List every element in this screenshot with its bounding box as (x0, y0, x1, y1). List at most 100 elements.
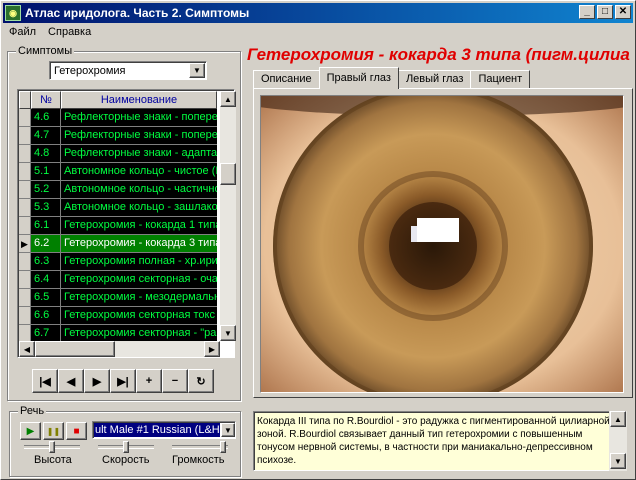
scroll-down-icon[interactable]: ▼ (610, 453, 626, 469)
next-record-button[interactable]: ▶ (84, 369, 110, 393)
tab-right-eye[interactable]: Правый глаз (318, 67, 399, 89)
vertical-scrollbar[interactable]: ▲ ▼ (220, 91, 236, 341)
row-indicator (19, 199, 31, 217)
row-number: 6.3 (31, 253, 61, 271)
volume-slider-handle[interactable] (220, 441, 226, 453)
stop-button[interactable]: ■ (66, 422, 87, 440)
indicator-header (19, 91, 31, 109)
row-number: 6.2 (31, 235, 61, 253)
tab-left-eye[interactable]: Левый глаз (397, 70, 472, 89)
row-indicator (19, 127, 31, 145)
category-select[interactable]: Гетерохромия ▼ (49, 61, 207, 80)
scroll-up-icon[interactable]: ▲ (220, 91, 236, 107)
insert-record-button[interactable]: + (136, 369, 162, 393)
play-button[interactable]: ▶ (20, 422, 41, 440)
row-indicator (19, 253, 31, 271)
scroll-right-icon[interactable]: ▶ (204, 341, 220, 357)
delete-record-button[interactable]: − (162, 369, 188, 393)
table-row[interactable]: ▶ 6.2 Гетерохромия - кокарда 3 типа (19, 235, 217, 253)
record-navigator: |◀ ◀ ▶ ▶| + − ↻ (32, 369, 214, 393)
chevron-down-icon[interactable]: ▼ (221, 423, 235, 437)
row-name: Автономное кольцо - чистое (I (61, 163, 217, 181)
row-number: 4.8 (31, 145, 61, 163)
volume-slider[interactable] (172, 441, 228, 453)
symptom-description[interactable]: Кокарда III типа по R.Bourdiol - это рад… (253, 411, 627, 471)
pitch-slider-handle[interactable] (49, 441, 55, 453)
tab-description[interactable]: Описание (253, 70, 320, 89)
row-number: 6.5 (31, 289, 61, 307)
symptoms-table[interactable]: № Наименование 4.6 Рефлекторные знаки - п… (17, 89, 236, 358)
scroll-left-icon[interactable]: ◀ (19, 341, 35, 357)
tab-panel (253, 88, 633, 398)
category-select-value: Гетерохромия (54, 64, 126, 77)
speed-label: Скорость (102, 454, 150, 466)
refresh-button[interactable]: ↻ (188, 369, 214, 393)
table-row[interactable]: 5.2 Автономное кольцо - частично (19, 181, 217, 199)
row-indicator (19, 271, 31, 289)
chevron-down-icon[interactable]: ▼ (189, 63, 205, 78)
row-number: 6.4 (31, 271, 61, 289)
description-scrollbar[interactable]: ▲ ▼ (609, 411, 627, 471)
pitch-label: Высота (34, 454, 72, 466)
row-name: Гетерохромия секторная - оча (61, 271, 217, 289)
window-title: Атлас иридолога. Часть 2. Симптомы (25, 6, 250, 20)
table-row[interactable]: 4.7 Рефлекторные знаки - попере (19, 127, 217, 145)
pause-button[interactable]: ❚❚ (43, 422, 64, 440)
table-row[interactable]: 5.1 Автономное кольцо - чистое (I (19, 163, 217, 181)
first-record-button[interactable]: |◀ (32, 369, 58, 393)
horizontal-scrollbar[interactable]: ◀ ▶ (19, 341, 220, 357)
row-name: Рефлекторные знаки - попере (61, 127, 217, 145)
row-indicator: ▶ (19, 235, 31, 253)
speed-slider-handle[interactable] (123, 441, 129, 453)
row-indicator (19, 217, 31, 235)
maximize-button[interactable]: □ (597, 5, 613, 19)
tab-bar: Описание Правый глаз Левый глаз Пациент (253, 67, 531, 89)
symptoms-group-label: Симптомы (16, 45, 75, 57)
row-indicator (19, 181, 31, 199)
voice-select-value: ult Male #1 Russian (L&H) (94, 423, 220, 437)
scroll-thumb-horizontal[interactable] (35, 341, 115, 357)
column-header-name[interactable]: Наименование (61, 91, 217, 109)
row-number: 6.6 (31, 307, 61, 325)
title-bar: ◉ Атлас иридолога. Часть 2. Симптомы _ □… (3, 3, 633, 23)
row-indicator (19, 109, 31, 127)
last-record-button[interactable]: ▶| (110, 369, 136, 393)
row-indicator (19, 307, 31, 325)
scroll-thumb[interactable] (220, 163, 236, 185)
column-header-number[interactable]: № (31, 91, 61, 109)
table-row[interactable]: 4.8 Рефлекторные знаки - адаптац (19, 145, 217, 163)
row-name: Гетерохромия секторная токс (61, 307, 217, 325)
speed-slider[interactable] (98, 441, 154, 453)
table-row[interactable]: 6.4 Гетерохромия секторная - оча (19, 271, 217, 289)
volume-label: Громкость (172, 454, 225, 466)
row-number: 4.7 (31, 127, 61, 145)
row-indicator (19, 145, 31, 163)
scroll-up-icon[interactable]: ▲ (610, 411, 626, 427)
row-name: Гетерохромия - кокарда 1 типа (61, 217, 217, 235)
close-button[interactable]: ✕ (615, 5, 631, 19)
app-window: ◉ Атлас иридолога. Часть 2. Симптомы _ □… (0, 0, 636, 480)
row-number: 4.6 (31, 109, 61, 127)
row-indicator (19, 163, 31, 181)
table-row[interactable]: 6.5 Гетерохромия - мезодермальн (19, 289, 217, 307)
menu-bar: Файл Справка (3, 24, 97, 42)
table-row[interactable]: 6.6 Гетерохромия секторная токс (19, 307, 217, 325)
row-indicator (19, 289, 31, 307)
menu-help[interactable]: Справка (42, 24, 97, 42)
pitch-slider[interactable] (24, 441, 80, 453)
scroll-down-icon[interactable]: ▼ (220, 325, 236, 341)
table-row[interactable]: 4.6 Рефлекторные знаки - попере (19, 109, 217, 127)
speech-group-label: Речь (18, 405, 47, 417)
menu-file[interactable]: Файл (3, 24, 42, 42)
table-row[interactable]: 6.3 Гетерохромия полная - хр.ирид (19, 253, 217, 271)
tab-patient[interactable]: Пациент (470, 70, 531, 89)
voice-select[interactable]: ult Male #1 Russian (L&H) ▼ (92, 421, 236, 439)
row-name: Рефлекторные знаки - попере (61, 109, 217, 127)
row-name: Гетерохромия - мезодермальн (61, 289, 217, 307)
iris-image (261, 96, 623, 392)
minimize-button[interactable]: _ (579, 5, 595, 19)
prior-record-button[interactable]: ◀ (58, 369, 84, 393)
row-name: Гетерохромия полная - хр.ирид (61, 253, 217, 271)
table-row[interactable]: 5.3 Автономное кольцо - зашлако (19, 199, 217, 217)
table-row[interactable]: 6.1 Гетерохромия - кокарда 1 типа (19, 217, 217, 235)
